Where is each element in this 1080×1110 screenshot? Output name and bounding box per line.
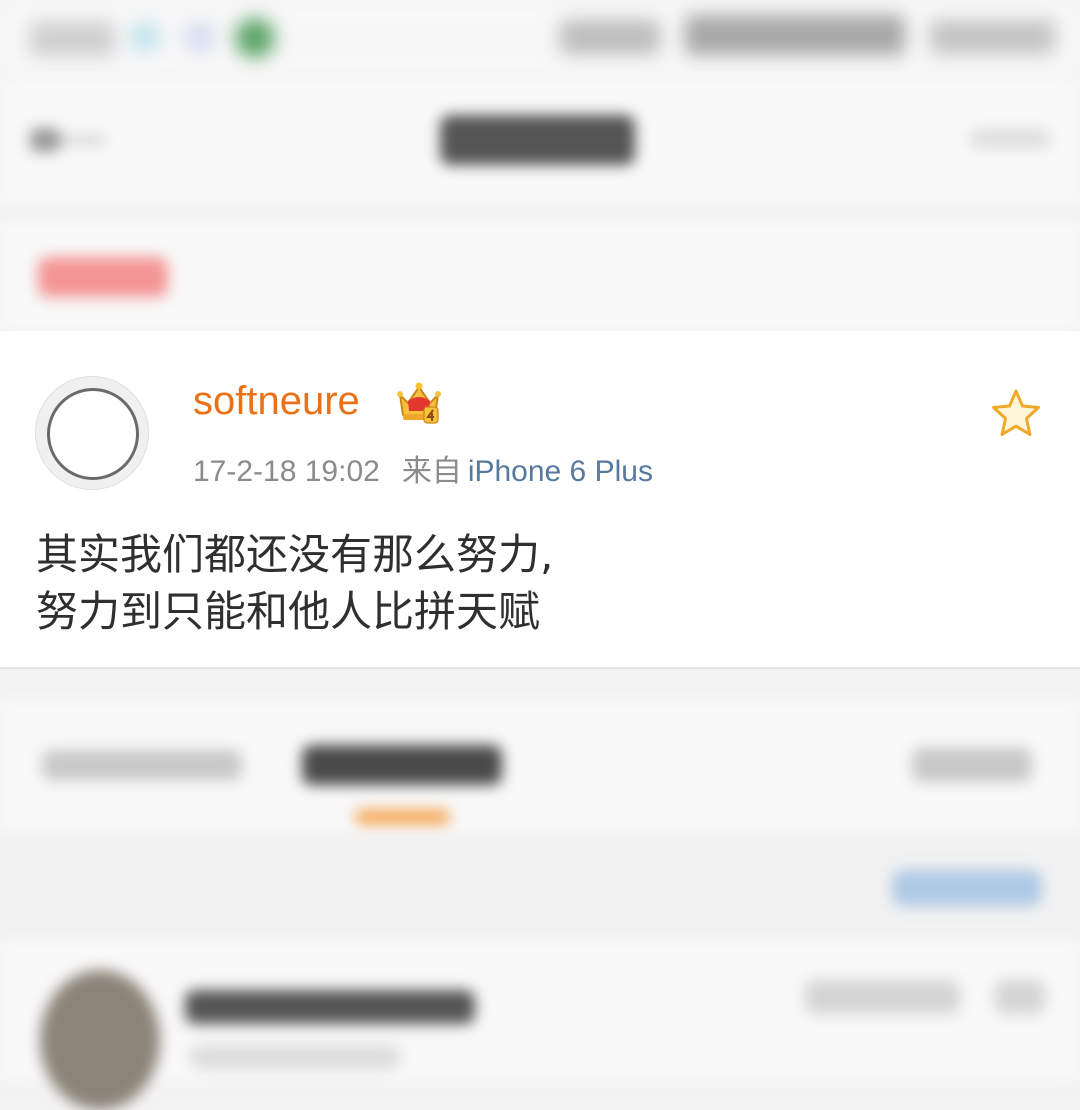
status-icons <box>685 15 905 55</box>
commenter-name[interactable] <box>185 990 475 1024</box>
post-card: softneure 17-2-18 19:02 来自 iPhone 6 Plus 其… <box>0 331 1080 669</box>
notification-icon <box>185 22 215 52</box>
network-speed <box>560 20 660 54</box>
tab-reposts[interactable] <box>42 750 242 780</box>
tab-likes[interactable] <box>912 748 1032 782</box>
promo-tag <box>38 257 168 297</box>
post-text-line: 努力到只能和他人比拼天赋 <box>36 587 541 636</box>
nav-more-button[interactable] <box>970 130 1050 148</box>
star-icon[interactable] <box>990 388 1042 438</box>
commenter-avatar[interactable] <box>40 970 160 1110</box>
avatar[interactable] <box>35 376 149 490</box>
source-prefix: 来自 <box>401 455 462 488</box>
post-text-line: 其实我们都还没有那么努力, <box>36 530 554 579</box>
navigation-bar <box>0 80 1080 205</box>
comment-like-button[interactable] <box>805 980 960 1014</box>
sort-row <box>0 840 1080 935</box>
page-title <box>440 115 635 165</box>
promo-banner[interactable] <box>0 222 1080 331</box>
back-arrow-icon[interactable] <box>30 120 110 160</box>
signal-indicator <box>30 22 115 56</box>
notification-icon <box>130 22 160 52</box>
username[interactable]: softneure <box>193 379 360 424</box>
avatar-image <box>47 388 139 480</box>
post-meta: 17-2-18 19:02 来自 iPhone 6 Plus <box>193 446 653 490</box>
app-notification-icon <box>235 18 275 58</box>
source-device-link[interactable]: iPhone 6 Plus <box>468 455 653 488</box>
tab-comments[interactable] <box>302 745 502 785</box>
clock <box>930 20 1055 54</box>
comment-more-button[interactable] <box>995 980 1045 1014</box>
sort-toggle-button[interactable] <box>892 870 1042 906</box>
comment-item <box>0 940 1080 1110</box>
post-timestamp: 17-2-18 19:02 <box>193 455 380 488</box>
post-body: 其实我们都还没有那么努力, 努力到只能和他人比拼天赋 <box>36 526 1036 640</box>
status-bar <box>0 0 1080 80</box>
tabs-row <box>0 700 1080 835</box>
crown-badge-icon[interactable] <box>396 381 442 425</box>
active-tab-indicator <box>355 810 450 824</box>
comment-meta <box>190 1045 400 1069</box>
